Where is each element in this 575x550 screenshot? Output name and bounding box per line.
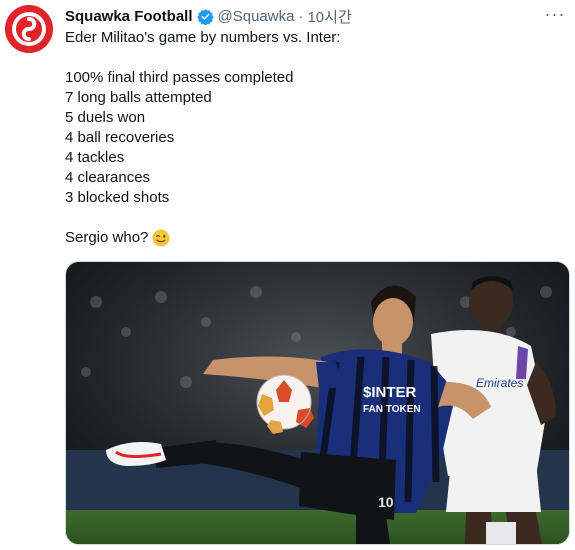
stat-line: 5 duels won [65, 109, 146, 126]
stat-line: 4 tackles [65, 149, 125, 166]
tweet-intro: Eder Militao's game by numbers vs. Inter… [65, 29, 341, 46]
stat-line: 3 blocked shots [65, 189, 170, 206]
shirt-sponsor-sub: FAN TOKEN [363, 404, 421, 415]
avatar[interactable] [5, 5, 53, 53]
squawka-logo [5, 5, 53, 53]
author-name[interactable]: Squawka Football [65, 8, 193, 25]
match-photo: Emirates $INTER FAN TOKEN 10 [66, 262, 569, 544]
closing-text: Sergio who? [65, 229, 149, 246]
separator-dot: · [298, 7, 304, 25]
stat-list: 100% final third passes completed 7 long… [65, 68, 555, 208]
tweet-header: Squawka Football @Squawka · 10시간 [65, 6, 352, 26]
tweet-photo[interactable]: Emirates $INTER FAN TOKEN 10 [65, 261, 570, 545]
winking-face-emoji-icon [152, 229, 170, 247]
stat-line: 4 ball recoveries [65, 129, 175, 146]
tweet-closing: Sergio who? [65, 228, 555, 248]
shirt-sponsor: $INTER [363, 384, 417, 401]
more-horizontal-icon[interactable]: ··· [543, 4, 567, 24]
stat-line: 4 clearances [65, 169, 151, 186]
tweet-card[interactable]: Squawka Football @Squawka · 10시간 ··· Ede… [0, 0, 575, 550]
stat-line: 100% final third passes completed [65, 69, 294, 86]
tweet-text: Eder Militao's game by numbers vs. Inter… [65, 28, 555, 248]
stat-line: 7 long balls attempted [65, 89, 212, 106]
tweet-timestamp[interactable]: 10시간 [307, 6, 351, 27]
author-handle[interactable]: @Squawka [218, 8, 295, 25]
kit-number: 10 [378, 494, 394, 510]
verified-badge-icon [196, 8, 214, 25]
opponent-sponsor: Emirates [476, 376, 523, 390]
